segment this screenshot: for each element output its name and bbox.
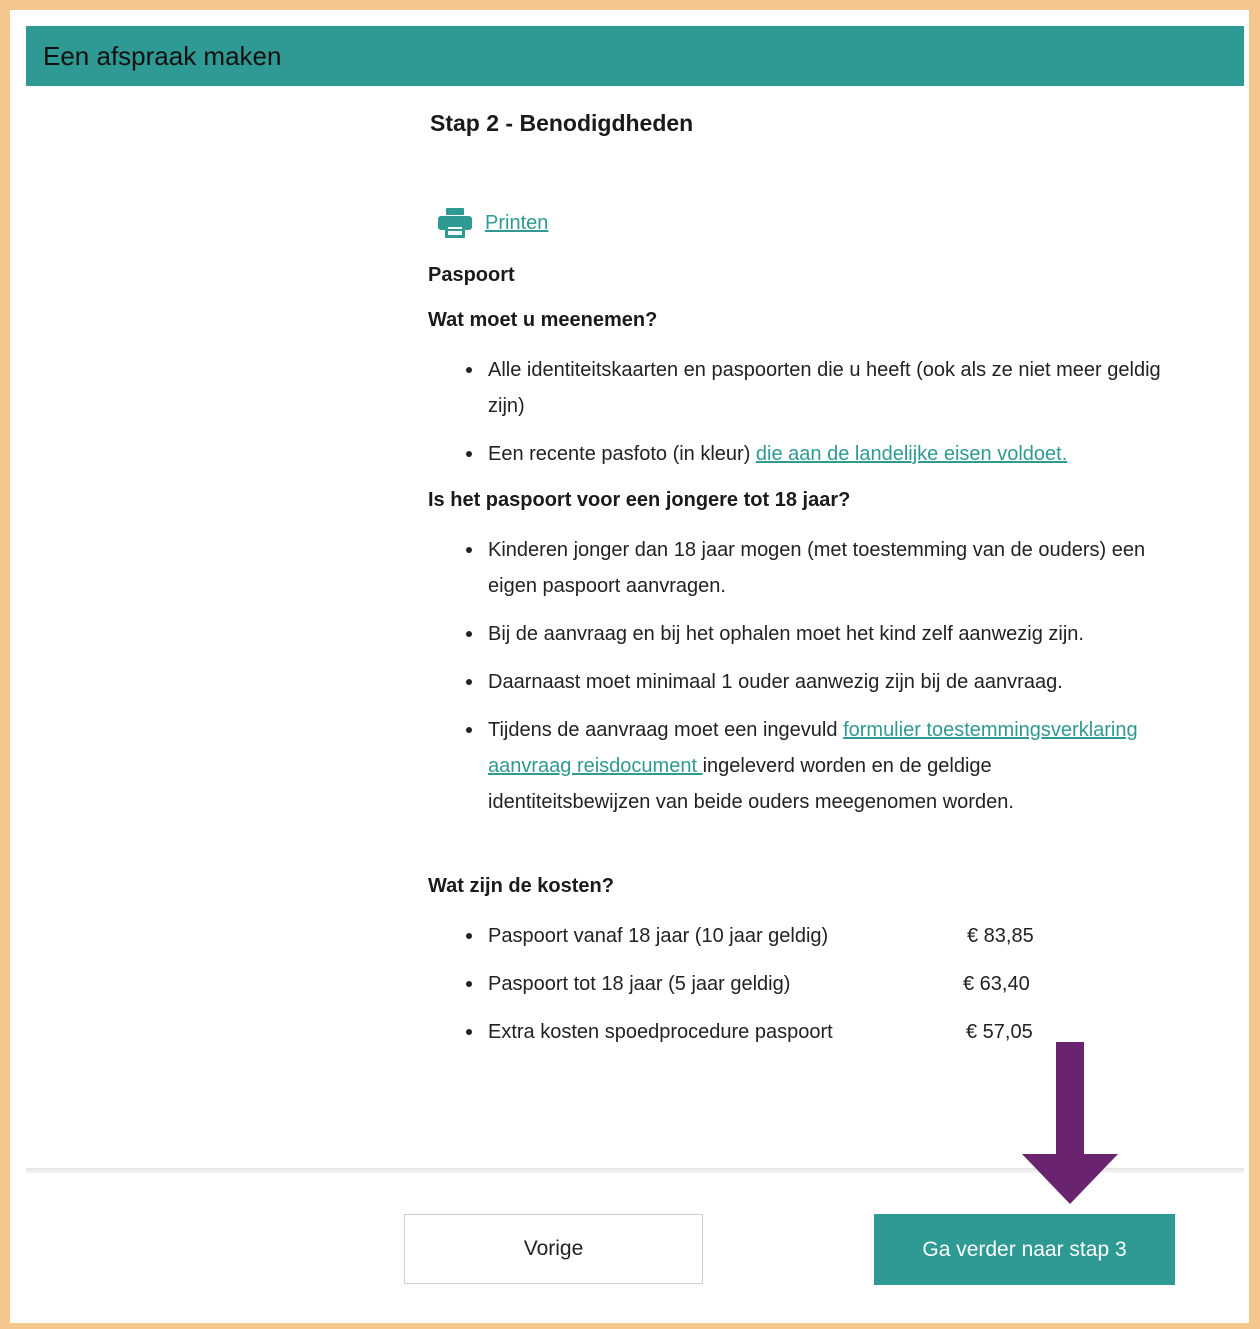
cost-item: Extra kosten spoedprocedure paspoort — [466, 1014, 948, 1050]
cost-item: Paspoort tot 18 jaar (5 jaar geldig) — [466, 966, 948, 1002]
cost-label: Paspoort vanaf 18 jaar (10 jaar geldig) — [488, 925, 829, 947]
list-item: Een recente pasfoto (in kleur) die aan d… — [466, 436, 1168, 472]
list-item-text: Tijdens de aanvraag moet een ingevuld — [488, 719, 844, 741]
cost-price: € 83,85 — [967, 925, 1034, 947]
list-item: Tijdens de aanvraag moet een ingevuld fo… — [466, 712, 1148, 820]
costs-heading: Wat zijn de kosten? — [428, 875, 614, 897]
passport-photo-requirements-link[interactable]: die aan de landelijke eisen voldoet. — [756, 443, 1067, 465]
list-item-text: Kinderen jonger dan 18 jaar mogen (met t… — [488, 539, 1146, 597]
list-item: Alle identiteitskaarten en paspoorten di… — [466, 352, 1168, 424]
step-title: Stap 2 - Benodigdheden — [430, 110, 694, 136]
printer-icon[interactable] — [438, 208, 472, 238]
bring-heading: Wat moet u meenemen? — [428, 309, 658, 331]
arrow-down-icon — [1022, 1042, 1118, 1204]
list-item: Kinderen jonger dan 18 jaar mogen (met t… — [466, 532, 1168, 604]
next-step-button[interactable]: Ga verder naar stap 3 — [874, 1214, 1175, 1285]
product-heading: Paspoort — [428, 264, 515, 286]
list-item-text: Daarnaast moet minimaal 1 ouder aanwezig… — [488, 671, 1063, 693]
list-item: Daarnaast moet minimaal 1 ouder aanwezig… — [466, 664, 1168, 700]
cost-price: € 63,40 — [963, 973, 1030, 995]
list-item-text: Een recente pasfoto (in kleur) — [488, 443, 756, 465]
cost-item: Paspoort vanaf 18 jaar (10 jaar geldig) — [466, 918, 948, 954]
minors-heading: Is het paspoort voor een jongere tot 18 … — [428, 489, 851, 511]
print-link[interactable]: Printen — [485, 212, 548, 235]
cost-label: Paspoort tot 18 jaar (5 jaar geldig) — [488, 973, 791, 995]
list-item: Bij de aanvraag en bij het ophalen moet … — [466, 616, 1168, 652]
title-bar: Een afspraak maken — [26, 26, 1244, 86]
list-item-text: Alle identiteitskaarten en paspoorten di… — [488, 359, 1161, 417]
list-item-text: Bij de aanvraag en bij het ophalen moet … — [488, 623, 1084, 645]
page-title: Een afspraak maken — [43, 41, 282, 71]
cost-label: Extra kosten spoedprocedure paspoort — [488, 1021, 833, 1043]
previous-button[interactable]: Vorige — [404, 1214, 703, 1284]
